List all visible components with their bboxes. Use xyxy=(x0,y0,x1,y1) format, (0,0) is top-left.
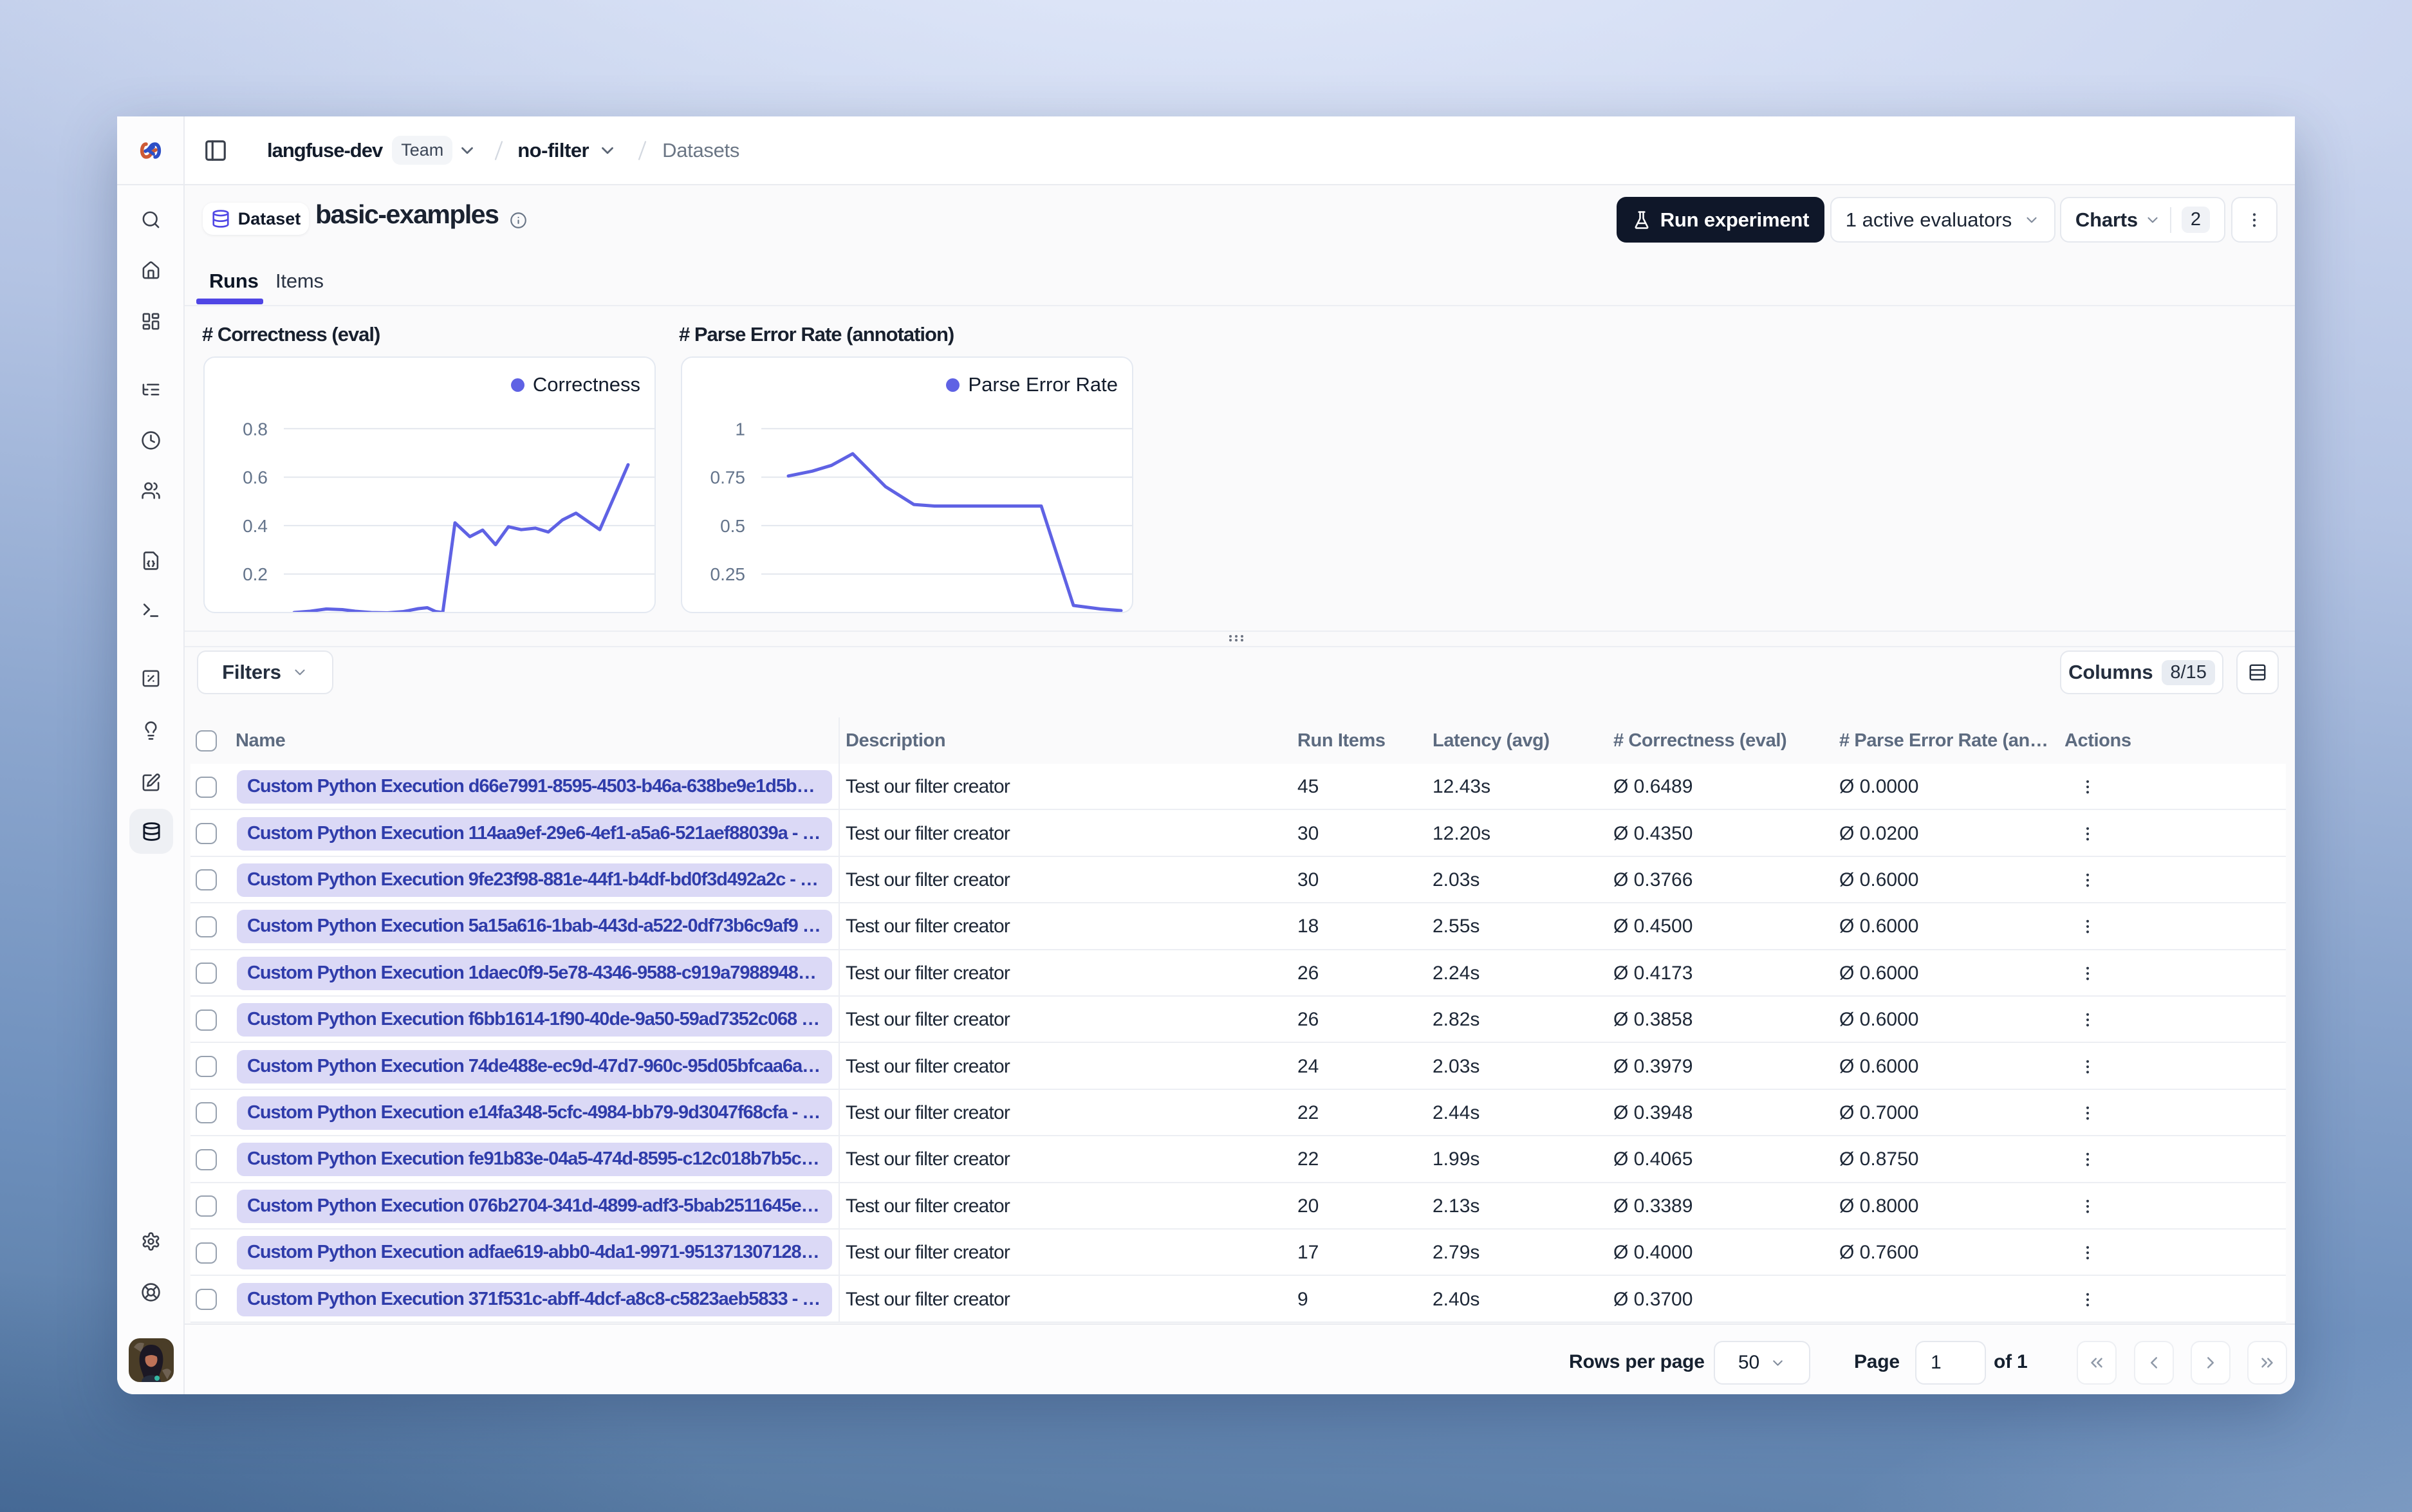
svg-text:0.75: 0.75 xyxy=(710,468,746,488)
svg-text:0.6: 0.6 xyxy=(243,468,268,488)
svg-text:0.4: 0.4 xyxy=(243,516,268,536)
svg-text:0.2: 0.2 xyxy=(243,564,268,584)
svg-text:1: 1 xyxy=(735,419,745,439)
svg-text:0.8: 0.8 xyxy=(243,419,268,439)
svg-text:0.25: 0.25 xyxy=(710,564,746,584)
svg-text:0.5: 0.5 xyxy=(720,516,745,536)
